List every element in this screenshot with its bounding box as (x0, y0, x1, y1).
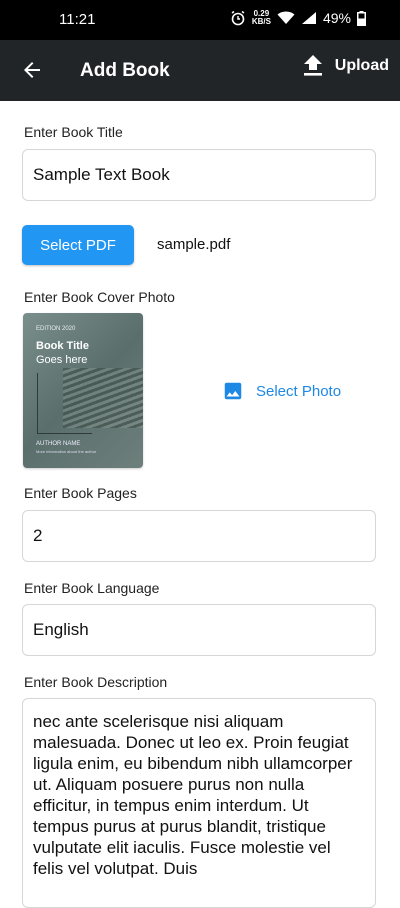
book-pages-input[interactable]: 2 (22, 510, 376, 562)
cover-book-graphic (63, 368, 143, 428)
select-photo-button[interactable]: Select Photo (222, 380, 341, 402)
alarm-icon (231, 10, 245, 26)
title-label: Enter Book Title (24, 124, 123, 140)
select-photo-label: Select Photo (256, 382, 342, 400)
pdf-filename: sample.pdf (157, 236, 231, 253)
cover-vertical-line (37, 373, 38, 433)
book-title-input[interactable]: Sample Text Book (22, 149, 376, 201)
signal-icon (301, 12, 316, 24)
status-icons: 0.29 KB/S 49% (230, 10, 366, 26)
network-speed: 0.29 KB/S (252, 10, 271, 26)
speed-unit: KB/S (251, 17, 271, 26)
upload-button[interactable]: Upload (303, 54, 389, 78)
back-arrow-icon[interactable] (20, 58, 44, 82)
book-language-input[interactable]: English (22, 604, 376, 656)
upload-icon (303, 55, 322, 76)
cover-photo-preview[interactable]: EDITION 2020 Book Title Goes here AUTHOR… (23, 313, 143, 468)
language-label: Enter Book Language (24, 580, 160, 596)
image-icon (224, 382, 242, 400)
app-bar: Add Book Upload (0, 40, 400, 101)
cover-label: Enter Book Cover Photo (24, 289, 175, 305)
pages-label: Enter Book Pages (24, 485, 137, 501)
cover-horizontal-line (37, 433, 92, 434)
battery-icon (357, 10, 366, 26)
cover-author-info: More information about the author (36, 449, 97, 454)
page-title: Add Book (80, 60, 170, 81)
status-bar: 11:21 0.29 KB/S 49% (0, 0, 400, 40)
cover-edition: EDITION 2020 (36, 326, 76, 332)
battery-percent: 49% (322, 10, 351, 26)
status-time: 11:21 (59, 11, 96, 28)
description-label: Enter Book Description (24, 674, 168, 690)
cover-subtitle: Goes here (36, 354, 88, 366)
select-pdf-button[interactable]: Select PDF (22, 225, 134, 265)
book-description-textarea[interactable]: nec ante scelerisque nisi aliquam malesu… (22, 698, 376, 908)
upload-label: Upload (334, 57, 389, 74)
cover-book-title: Book Title (36, 340, 89, 352)
cover-author: AUTHOR NAME (36, 441, 81, 447)
wifi-icon (277, 11, 295, 24)
